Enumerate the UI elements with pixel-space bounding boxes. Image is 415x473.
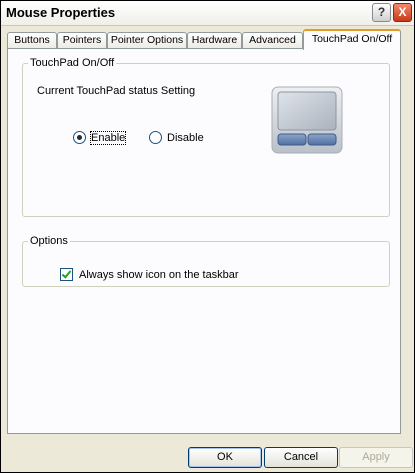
touchpad-on-off-group: TouchPad On/Off Current TouchPad status …	[22, 57, 390, 217]
always-show-icon-box[interactable]	[60, 268, 73, 281]
help-button[interactable]: ?	[372, 3, 391, 22]
tab-buttons[interactable]: Buttons	[7, 32, 57, 48]
cancel-button[interactable]: Cancel	[264, 447, 338, 468]
always-show-icon-checkbox[interactable]: Always show icon on the taskbar	[60, 268, 239, 281]
enable-radio[interactable]: Enable	[73, 130, 127, 145]
title-bar[interactable]: Mouse Properties ? X	[1, 1, 414, 26]
apply-button: Apply	[339, 447, 413, 468]
touchpad-group-legend: TouchPad On/Off	[30, 57, 115, 69]
ok-button[interactable]: OK	[188, 447, 262, 468]
close-icon: X	[398, 5, 407, 19]
mouse-properties-dialog: Mouse Properties ? X Buttons Pointers Po…	[0, 0, 415, 473]
options-group: Options Always show icon on the taskbar	[22, 235, 390, 287]
tab-panel: TouchPad On/Off Current TouchPad status …	[7, 48, 401, 434]
touchpad-icon	[271, 86, 343, 154]
tab-touchpad-on-off[interactable]: TouchPad On/Off	[303, 29, 401, 50]
tab-hardware[interactable]: Hardware	[187, 32, 242, 48]
tab-pointer-options[interactable]: Pointer Options	[107, 32, 187, 48]
close-button[interactable]: X	[393, 3, 412, 22]
disable-radio[interactable]: Disable	[149, 131, 204, 144]
tab-pointers[interactable]: Pointers	[57, 32, 107, 48]
disable-radio-dot[interactable]	[149, 131, 162, 144]
disable-label[interactable]: Disable	[167, 132, 204, 144]
always-show-icon-label[interactable]: Always show icon on the taskbar	[79, 269, 239, 281]
status-label: Current TouchPad status Setting	[37, 85, 196, 97]
enable-label[interactable]: Enable	[89, 130, 127, 145]
options-group-legend: Options	[30, 235, 68, 247]
window-title: Mouse Properties	[6, 5, 116, 20]
help-icon: ?	[377, 5, 386, 19]
tab-advanced[interactable]: Advanced	[242, 32, 303, 48]
enable-radio-dot[interactable]	[73, 131, 86, 144]
